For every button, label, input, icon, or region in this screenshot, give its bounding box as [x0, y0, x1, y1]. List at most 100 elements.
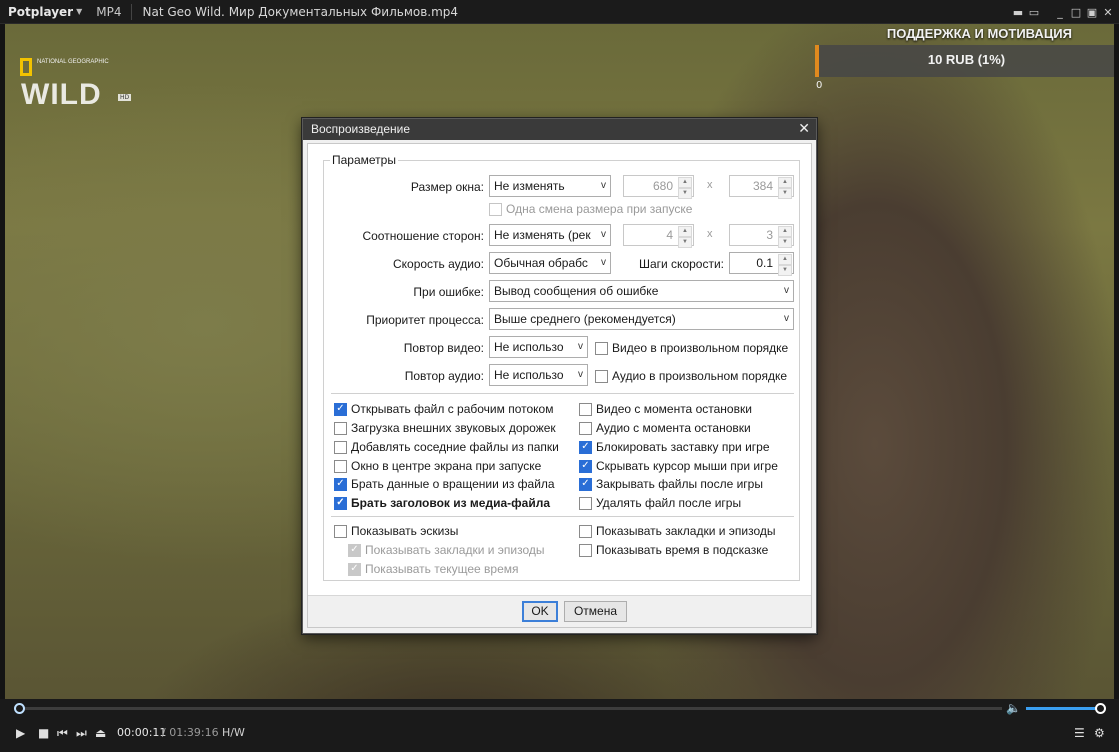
window-controls: ▬ ▭ _ □ ▣ ✕ — [1011, 0, 1115, 24]
donation-title: ПОДДЕРЖКА И МОТИВАЦИЯ — [886, 26, 1072, 41]
open-file-stream-checkbox[interactable]: ✓ Открывать файл с рабочим потоком — [334, 402, 553, 416]
chevron-down-icon: v — [601, 180, 606, 191]
total-time[interactable]: / 01:39:16 — [162, 726, 219, 739]
eject-icon[interactable]: ⏏ — [95, 726, 106, 740]
show-thumbnails-checkbox[interactable]: Показывать эскизы — [334, 524, 458, 538]
current-time[interactable]: 00:00:11 — [117, 726, 166, 739]
load-external-audio-checkbox[interactable]: Загрузка внешних звуковых дорожек — [334, 421, 556, 435]
decoder-mode[interactable]: H/W — [222, 726, 245, 739]
window-title: Nat Geo Wild. Мир Документальных Фильмов… — [142, 4, 459, 19]
resize-once-label: Одна смена размера при запуске — [506, 202, 693, 216]
checkbox-box: ✓ — [334, 496, 347, 510]
dialog-title: Воспроизведение — [303, 119, 816, 140]
checkbox-box: ✓ — [579, 477, 592, 491]
divider — [331, 393, 794, 394]
window-height-spinner[interactable]: 384 ▲ ▼ — [729, 175, 794, 199]
option-label: Показывать закладки и эпизоды — [365, 543, 545, 557]
on-error-select[interactable]: Вывод сообщения об ошибке v — [489, 280, 794, 302]
play-icon[interactable]: ▶ — [16, 726, 25, 740]
resize-once-checkbox[interactable]: Одна смена размера при запуске — [489, 202, 692, 216]
hide-cursor-checkbox[interactable]: ✓ Скрывать курсор мыши при игре — [579, 459, 778, 473]
spin-up-icon[interactable]: ▲ — [678, 226, 692, 237]
spin-down-icon[interactable]: ▼ — [678, 188, 692, 199]
checkbox-box: ✓ — [579, 440, 592, 454]
previous-icon[interactable]: ⏮ — [57, 726, 68, 740]
seek-handle[interactable] — [14, 703, 25, 714]
tooltip-time-checkbox[interactable]: Показывать время в подсказке — [579, 543, 768, 557]
close-files-after-checkbox[interactable]: ✓ Закрывать файлы после игры — [579, 477, 763, 491]
checkbox-box — [595, 341, 608, 355]
fullscreen-icon[interactable]: ▣ — [1085, 5, 1099, 19]
aspect-ratio-select[interactable]: Не изменять (рек v — [489, 224, 611, 246]
pin-icon[interactable]: ▭ — [1027, 5, 1041, 19]
next-icon[interactable]: ⏭ — [76, 726, 87, 740]
format-label[interactable]: MP4 — [96, 5, 121, 19]
volume-slider[interactable] — [1026, 703, 1106, 714]
option-label: Показывать эскизы — [351, 524, 459, 538]
spin-down-icon[interactable]: ▼ — [778, 265, 792, 276]
audio-speed-select[interactable]: Обычная обрабс v — [489, 252, 611, 274]
priority-select[interactable]: Выше среднего (рекомендуется) v — [489, 308, 794, 330]
repeat-audio-select[interactable]: Не использо v — [489, 364, 588, 386]
spin-down-icon[interactable]: ▼ — [778, 237, 792, 248]
checkbox-box — [489, 202, 502, 216]
spin-up-icon[interactable]: ▲ — [778, 254, 792, 265]
window-width-value: 680 — [652, 179, 673, 193]
stop-icon[interactable]: ■ — [38, 726, 49, 740]
show-bookmarks-checkbox[interactable]: Показывать закладки и эпизоды — [579, 524, 776, 538]
close-icon[interactable]: ✕ — [1101, 5, 1115, 19]
option-label: Блокировать заставку при игре — [596, 440, 770, 454]
logo-frame — [20, 58, 32, 76]
seek-bar[interactable] — [14, 703, 1002, 714]
add-neighbor-files-checkbox[interactable]: Добавлять соседние файлы из папки — [334, 440, 559, 454]
thumbs-current-time-checkbox[interactable]: ✓ Показывать текущее время — [348, 562, 519, 576]
checkbox-box: ✓ — [334, 477, 347, 491]
thumbs-bookmarks-checkbox[interactable]: ✓ Показывать закладки и эпизоды — [348, 543, 545, 557]
option-label: Показывать закладки и эпизоды — [596, 524, 776, 538]
window-size-select[interactable]: Не изменять v — [489, 175, 611, 197]
checkbox-box — [579, 496, 592, 510]
checkbox-box — [579, 402, 592, 416]
maximize-icon[interactable]: □ — [1069, 5, 1083, 19]
checkbox-box — [334, 421, 347, 435]
divider — [131, 3, 133, 20]
settings-icon[interactable]: ⚙ — [1094, 726, 1105, 740]
spin-down-icon[interactable]: ▼ — [778, 188, 792, 199]
option-label: Скрывать курсор мыши при игре — [596, 459, 778, 473]
spin-down-icon[interactable]: ▼ — [678, 237, 692, 248]
spin-up-icon[interactable]: ▲ — [678, 177, 692, 188]
cancel-button[interactable]: Отмена — [564, 601, 627, 622]
volume-handle[interactable] — [1095, 703, 1106, 714]
shuffle-video-checkbox[interactable]: Видео в произвольном порядке — [595, 341, 788, 355]
rotation-data-checkbox[interactable]: ✓ Брать данные о вращении из файла — [334, 477, 555, 491]
speed-step-spinner[interactable]: 0.1 ▲ ▼ — [729, 252, 794, 276]
aspect-width-spinner[interactable]: 4 ▲ ▼ — [623, 224, 694, 248]
aspect-height-value: 3 — [766, 228, 773, 242]
spin-up-icon[interactable]: ▲ — [778, 177, 792, 188]
center-window-checkbox[interactable]: Окно в центре экрана при запуске — [334, 459, 541, 473]
window-width-spinner[interactable]: 680 ▲ ▼ — [623, 175, 694, 199]
repeat-video-select[interactable]: Не использо v — [489, 336, 588, 358]
audio-speed-value: Обычная обрабс — [494, 256, 588, 270]
app-menu-button[interactable]: Potplayer ▼ — [0, 5, 82, 19]
donation-overlay: ПОДДЕРЖКА И МОТИВАЦИЯ 10 RUB (1%) 0 — [810, 24, 1114, 94]
speaker-icon[interactable]: 🔈 — [1006, 701, 1021, 715]
playlist-icon[interactable]: ☰ — [1074, 726, 1085, 740]
parameters-group: Параметры Размер окна: Не изменять v 680 … — [323, 153, 800, 581]
minimize-icon[interactable]: _ — [1053, 5, 1067, 19]
resume-audio-checkbox[interactable]: Аудио с момента остановки — [579, 421, 751, 435]
spin-up-icon[interactable]: ▲ — [778, 226, 792, 237]
option-label: Удалять файл после игры — [596, 496, 742, 510]
aspect-height-spinner[interactable]: 3 ▲ ▼ — [729, 224, 794, 248]
mini-mode-icon[interactable]: ▬ — [1011, 5, 1025, 19]
ok-button[interactable]: OK — [522, 601, 558, 622]
logo-hd-badge: HD — [118, 94, 132, 101]
option-label: Закрывать файлы после игры — [596, 477, 763, 491]
block-screensaver-checkbox[interactable]: ✓ Блокировать заставку при игре — [579, 440, 770, 454]
close-icon[interactable]: ✕ — [798, 120, 810, 137]
resume-video-checkbox[interactable]: Видео с момента остановки — [579, 402, 752, 416]
delete-file-after-checkbox[interactable]: Удалять файл после игры — [579, 496, 741, 510]
shuffle-audio-checkbox[interactable]: Аудио в произвольном порядке — [595, 369, 787, 383]
media-title-checkbox[interactable]: ✓ Брать заголовок из медиа-файла — [334, 496, 550, 510]
divider — [331, 516, 794, 517]
